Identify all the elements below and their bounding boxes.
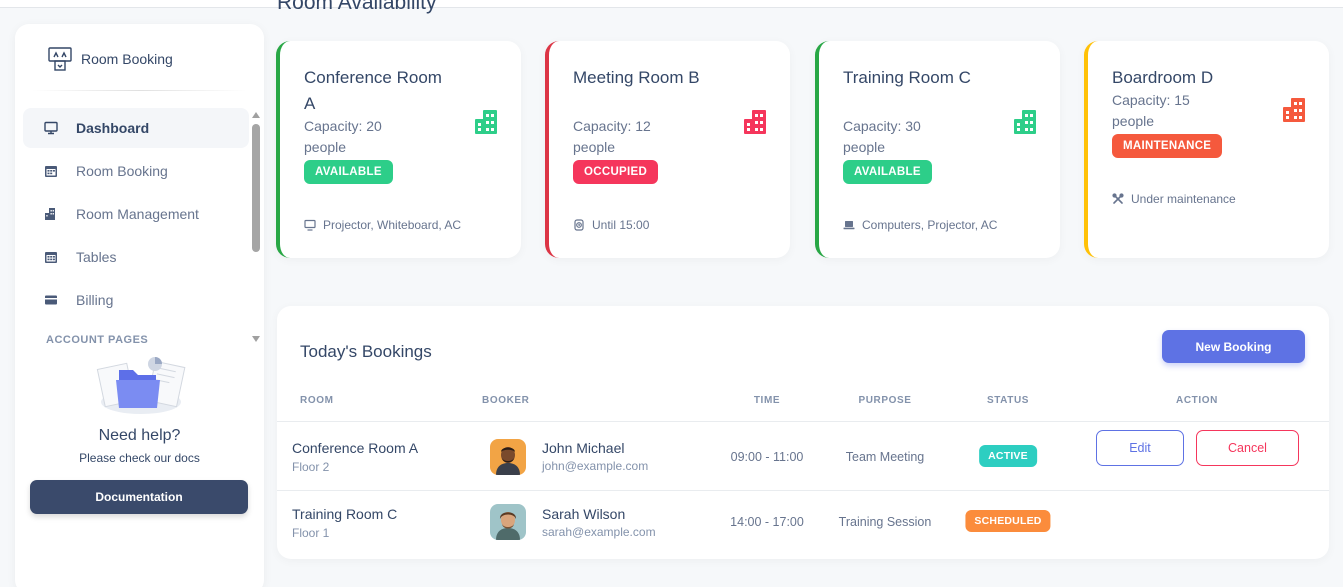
booker-name: John Michael xyxy=(542,440,625,456)
table-icon xyxy=(45,252,57,263)
booking-time: 14:00 - 17:00 xyxy=(730,515,804,529)
column-header-time[interactable]: TIME xyxy=(754,395,780,406)
bookings-title: Today's Bookings xyxy=(300,342,432,361)
sidebar-item-tables[interactable]: Tables xyxy=(23,237,249,277)
help-subtitle: Please check our docs xyxy=(79,451,200,465)
monitor-icon xyxy=(304,219,316,231)
nav-section-label: ACCOUNT PAGES xyxy=(46,334,149,344)
booker-email: sarah@example.com xyxy=(542,525,656,539)
room-card[interactable]: Boardroom D Capacity: 15 people MAINTENA… xyxy=(1084,41,1329,258)
scrollbar-thumb[interactable] xyxy=(252,124,260,252)
room-features: Computers, Projector, AC xyxy=(843,218,997,232)
help-title: Need help? xyxy=(98,427,181,444)
room-features: Projector, Whiteboard, AC xyxy=(304,218,461,232)
sidebar-item-label: Dashboard xyxy=(76,120,150,136)
sidebar: Room Booking Dashboard Room Booking Room… xyxy=(15,24,264,587)
folder-illustration-icon xyxy=(96,357,186,414)
credit-card-icon xyxy=(45,295,57,305)
column-header-status[interactable]: STATUS xyxy=(987,395,1029,406)
column-header-purpose[interactable]: PURPOSE xyxy=(858,395,911,406)
sidebar-item-dashboard[interactable]: Dashboard xyxy=(23,108,249,148)
room-card[interactable]: Meeting Room B Capacity: 12 people OCCUP… xyxy=(545,41,790,258)
documentation-button[interactable]: Documentation xyxy=(30,480,248,514)
scroll-down-icon[interactable] xyxy=(252,336,260,342)
avatar xyxy=(490,439,526,475)
column-header-room[interactable]: ROOM xyxy=(300,395,334,406)
status-badge: AVAILABLE xyxy=(843,160,932,184)
clock-icon xyxy=(574,219,584,231)
divider xyxy=(31,90,247,91)
booking-floor: Floor 2 xyxy=(292,460,330,474)
edit-button[interactable]: Edit xyxy=(1096,430,1184,466)
sidebar-item-label: Room Booking xyxy=(76,163,168,179)
booking-floor: Floor 1 xyxy=(292,526,330,540)
table-row: Conference Room A Floor 2 John Michael j… xyxy=(277,421,1329,487)
room-logo-icon xyxy=(48,47,72,71)
section-title: Room Availability xyxy=(277,0,437,14)
room-capacity: Capacity: 15 people xyxy=(1112,92,1190,129)
status-badge: ACTIVE xyxy=(979,445,1037,467)
room-name: Training Room C xyxy=(843,68,971,87)
building-icon xyxy=(1014,110,1036,134)
sidebar-item-label: Tables xyxy=(76,249,117,265)
sidebar-item-billing[interactable]: Billing xyxy=(23,280,249,320)
tools-icon xyxy=(1112,193,1124,204)
cancel-button[interactable]: Cancel xyxy=(1196,430,1299,466)
new-booking-button[interactable]: New Booking xyxy=(1162,330,1305,363)
bookings-card: Today's Bookings New Booking ROOM BOOKER… xyxy=(277,306,1329,559)
room-capacity: Capacity: 20 people xyxy=(304,118,382,155)
booking-purpose: Training Session xyxy=(838,515,932,529)
monitor-icon xyxy=(44,121,58,135)
room-name: Meeting Room B xyxy=(573,68,700,87)
sidebar-item-room-management[interactable]: Room Management xyxy=(23,194,249,234)
column-header-booker[interactable]: BOOKER xyxy=(482,395,530,406)
booking-room: Training Room C xyxy=(292,506,398,522)
room-capacity: Capacity: 30 people xyxy=(843,118,921,155)
sidebar-item-label: Billing xyxy=(76,292,114,308)
room-card[interactable]: Conference Room A Capacity: 20 people AV… xyxy=(276,41,521,258)
status-badge: SCHEDULED xyxy=(965,510,1051,532)
room-card[interactable]: Training Room C Capacity: 30 people AVAI… xyxy=(815,41,1060,258)
booking-time: 09:00 - 11:00 xyxy=(730,450,804,464)
building-icon xyxy=(1283,98,1305,122)
laptop-icon xyxy=(843,221,855,230)
booker-email: john@example.com xyxy=(542,459,649,473)
top-bar xyxy=(0,0,1343,8)
table-row: Training Room C Floor 1 Sarah Wilson sar… xyxy=(277,490,1329,556)
booker-name: Sarah Wilson xyxy=(542,506,626,522)
building-icon xyxy=(45,208,55,220)
room-name: Conference Room A xyxy=(304,68,442,113)
status-badge: AVAILABLE xyxy=(304,160,393,184)
room-capacity: Capacity: 12 people xyxy=(573,118,651,155)
calendar-icon xyxy=(45,166,57,177)
status-badge: OCCUPIED xyxy=(573,160,659,184)
booking-room: Conference Room A xyxy=(292,440,419,456)
brand[interactable]: Room Booking xyxy=(47,46,173,72)
building-icon xyxy=(744,110,766,134)
avatar xyxy=(490,504,526,540)
sidebar-item-room-booking[interactable]: Room Booking xyxy=(23,151,249,191)
room-name: Boardroom D xyxy=(1112,68,1214,87)
brand-label: Room Booking xyxy=(81,51,173,67)
building-icon xyxy=(475,110,497,134)
sidebar-nav: Dashboard Room Booking Room Management T… xyxy=(23,108,249,344)
sidebar-scrollbar[interactable] xyxy=(251,110,261,344)
status-badge: MAINTENANCE xyxy=(1112,134,1223,158)
room-features: Until 15:00 xyxy=(573,218,649,232)
booking-purpose: Team Meeting xyxy=(845,450,925,464)
column-header-action: ACTION xyxy=(1176,395,1218,406)
sidebar-item-label: Room Management xyxy=(76,206,199,222)
room-features: Under maintenance xyxy=(1112,192,1236,206)
scroll-up-icon[interactable] xyxy=(252,112,260,118)
